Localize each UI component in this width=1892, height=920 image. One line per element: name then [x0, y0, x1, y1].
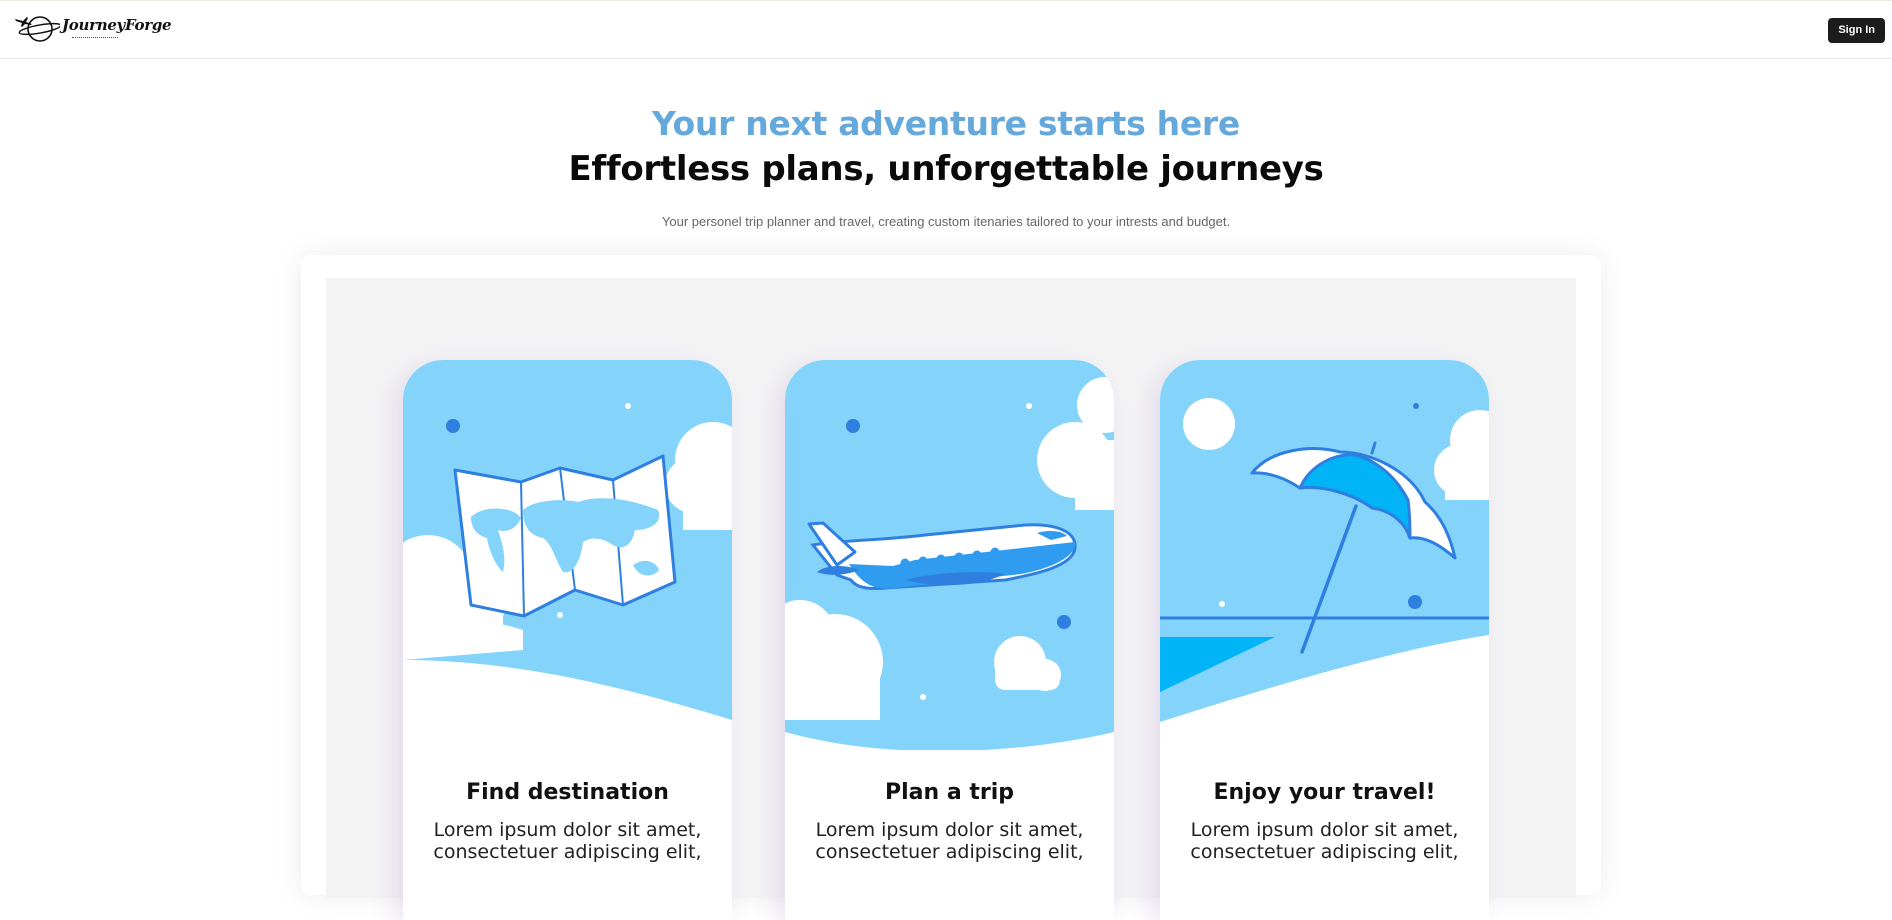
- card-text: Lorem ipsum dolor sit amet, consectetuer…: [1190, 819, 1459, 863]
- feature-card-find-destination[interactable]: Find destination Lorem ipsum dolor sit a…: [403, 360, 732, 920]
- top-navbar: JourneyForge Sign In: [0, 0, 1892, 59]
- brand-name: JourneyForge: [62, 16, 172, 34]
- airplane-illustration-icon: [785, 360, 1114, 750]
- beach-umbrella-illustration-icon: [1160, 360, 1489, 750]
- card-text: Lorem ipsum dolor sit amet, consectetuer…: [433, 819, 702, 863]
- feature-card-plan-a-trip[interactable]: Plan a trip Lorem ipsum dolor sit amet, …: [785, 360, 1114, 920]
- features-panel: Find destination Lorem ipsum dolor sit a…: [301, 255, 1601, 920]
- card-title: Enjoy your travel!: [1213, 780, 1436, 805]
- features-panel-inner: Find destination Lorem ipsum dolor sit a…: [326, 278, 1576, 920]
- hero-tagline: Your next adventure starts here: [651, 104, 1240, 143]
- card-title: Plan a trip: [885, 780, 1014, 805]
- brand-underline: [72, 37, 118, 40]
- plane-globe-logo-icon: [15, 16, 60, 42]
- sign-in-button[interactable]: Sign In: [1828, 18, 1885, 43]
- brand-logo[interactable]: JourneyForge: [14, 13, 172, 43]
- card-title: Find destination: [466, 780, 669, 805]
- hero-headline: Effortless plans, unforgettable journeys: [568, 149, 1324, 189]
- map-illustration-icon: [403, 360, 732, 750]
- hero-subtitle: Your personel trip planner and travel, c…: [661, 214, 1231, 229]
- feature-card-enjoy-your-travel[interactable]: Enjoy your travel! Lorem ipsum dolor sit…: [1160, 360, 1489, 920]
- card-text: Lorem ipsum dolor sit amet, consectetuer…: [815, 819, 1084, 863]
